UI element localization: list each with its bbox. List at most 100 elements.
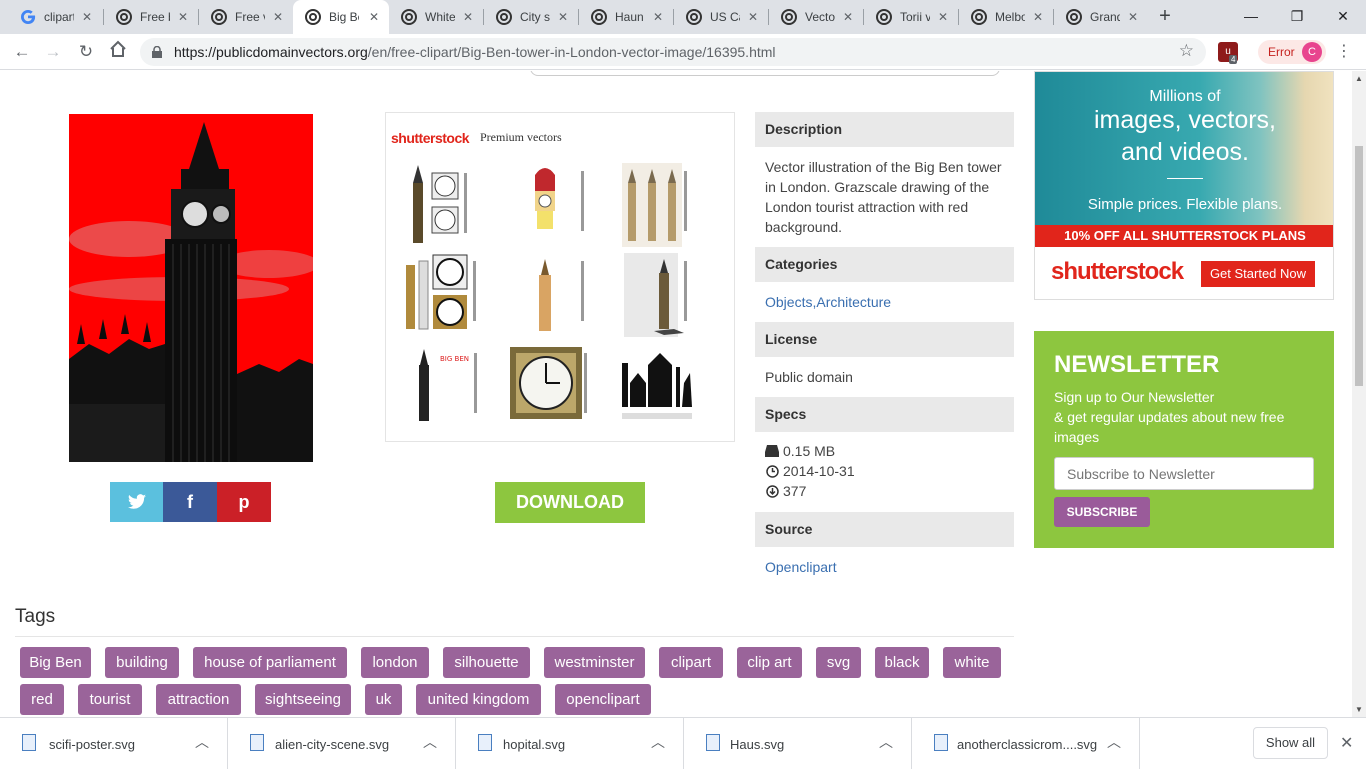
reload-button[interactable]: ↻ (74, 40, 98, 64)
menu-kebab-icon[interactable]: ⋮ (1336, 42, 1352, 62)
download-item-2[interactable]: hopital.svg ︿ (456, 718, 684, 769)
tag-uk[interactable]: uk (365, 684, 402, 715)
ad-shutterstock-logo: shutterstock (1051, 258, 1184, 285)
stock-thumb-2[interactable] (519, 163, 603, 247)
close-icon[interactable]: ✕ (841, 10, 855, 24)
close-icon[interactable]: ✕ (1340, 733, 1353, 753)
shutterstock-ad[interactable]: Millions of images, vectors, and videos.… (1034, 71, 1334, 300)
tab-title: Free v (235, 10, 265, 24)
chevron-up-icon[interactable]: ︿ (879, 732, 893, 752)
chevron-up-icon[interactable]: ︿ (423, 732, 437, 752)
show-all-downloads-button[interactable]: Show all (1253, 727, 1328, 759)
tag-tourist[interactable]: tourist (78, 684, 142, 715)
subscribe-button[interactable]: SUBSCRIBE (1054, 497, 1150, 527)
close-icon[interactable]: ✕ (1031, 10, 1045, 24)
stock-thumb-1[interactable] (408, 163, 492, 247)
address-bar[interactable]: https://publicdomainvectors.org/en/free-… (140, 38, 1206, 66)
tab-1[interactable]: Free b ✕ (104, 0, 198, 34)
chevron-up-icon[interactable]: ︿ (651, 732, 665, 752)
download-item-4[interactable]: anotherclassicrom....svg ︿ (912, 718, 1140, 769)
close-icon[interactable]: ✕ (651, 10, 665, 24)
source-link[interactable]: Openclipart (765, 557, 1010, 577)
tag-house-of-parliament[interactable]: house of parliament (193, 647, 347, 678)
home-button[interactable] (106, 40, 130, 64)
tag-sightseeing[interactable]: sightseeing (255, 684, 351, 715)
tag-red[interactable]: red (20, 684, 64, 715)
close-icon[interactable]: ✕ (556, 10, 570, 24)
newsletter-email-input[interactable] (1054, 457, 1314, 490)
page-scrollbar[interactable]: ▲ ▼ (1352, 71, 1366, 717)
stock-thumb-9[interactable] (618, 343, 702, 427)
facebook-share-button[interactable]: f (163, 482, 217, 522)
big-ben-preview-image[interactable] (69, 114, 313, 462)
scrollbar-thumb[interactable] (1355, 146, 1363, 386)
tag-clip-art[interactable]: clip art (737, 647, 802, 678)
scroll-up-icon[interactable]: ▲ (1355, 74, 1363, 83)
tag-black[interactable]: black (875, 647, 929, 678)
error-label: Error (1268, 45, 1295, 59)
tab-9[interactable]: Torii v ✕ (864, 0, 958, 34)
download-button[interactable]: DOWNLOAD (495, 482, 645, 523)
tab-11[interactable]: Grand ✕ (1054, 0, 1148, 34)
stock-thumb-3[interactable] (618, 163, 702, 247)
profile-error-button[interactable]: Error C (1258, 40, 1326, 64)
spec-downloads-row: 377 (765, 483, 806, 499)
search-box-edge[interactable] (530, 71, 1000, 76)
forward-button[interactable]: → (41, 40, 65, 64)
tab-4[interactable]: White ✕ (389, 0, 483, 34)
tag-london[interactable]: london (361, 647, 429, 678)
download-item-0[interactable]: scifi-poster.svg ︿ (0, 718, 228, 769)
download-item-3[interactable]: Haus.svg ︿ (684, 718, 912, 769)
tag-clipart[interactable]: clipart (659, 647, 723, 678)
close-icon[interactable]: ✕ (1126, 10, 1140, 24)
tag-attraction[interactable]: attraction (156, 684, 241, 715)
ad-get-started-button[interactable]: Get Started Now (1201, 261, 1315, 287)
tab-7[interactable]: US Ca ✕ (674, 0, 768, 34)
tag-united-kingdom[interactable]: united kingdom (416, 684, 541, 715)
tag-silhouette[interactable]: silhouette (443, 647, 530, 678)
pinterest-share-button[interactable]: p (217, 482, 271, 522)
tag-building[interactable]: building (105, 647, 179, 678)
category-link-architecture[interactable]: Architecture (816, 294, 891, 310)
stock-thumb-6[interactable] (624, 253, 708, 337)
scroll-down-icon[interactable]: ▼ (1355, 705, 1363, 714)
stock-thumb-4[interactable] (403, 253, 487, 337)
close-icon[interactable]: ✕ (746, 10, 760, 24)
tab-8[interactable]: Vecto ✕ (769, 0, 863, 34)
tag-svg[interactable]: svg (816, 647, 861, 678)
close-icon[interactable]: ✕ (176, 10, 190, 24)
chevron-up-icon[interactable]: ︿ (1107, 732, 1121, 752)
bookmark-star-icon[interactable]: ☆ (1179, 41, 1194, 61)
tag-westminster[interactable]: westminster (544, 647, 645, 678)
maximize-button[interactable]: ❐ (1274, 0, 1320, 32)
tab-10[interactable]: Melbo ✕ (959, 0, 1053, 34)
tab-title: White (425, 10, 455, 24)
close-icon[interactable]: ✕ (367, 10, 381, 24)
minimize-button[interactable]: — (1228, 0, 1274, 32)
tab-3-active[interactable]: Big Be ✕ (293, 0, 389, 34)
close-icon[interactable]: ✕ (271, 10, 285, 24)
pdv-icon (305, 9, 321, 25)
tag-big-ben[interactable]: Big Ben (20, 647, 91, 678)
close-icon[interactable]: ✕ (461, 10, 475, 24)
download-item-1[interactable]: alien-city-scene.svg ︿ (228, 718, 456, 769)
tab-2[interactable]: Free v ✕ (199, 0, 293, 34)
chevron-up-icon[interactable]: ︿ (195, 732, 209, 752)
home-icon (110, 40, 126, 57)
back-button[interactable]: ← (10, 40, 34, 64)
window-close-button[interactable]: ✕ (1320, 0, 1366, 32)
new-tab-button[interactable]: + (1153, 4, 1177, 28)
tag-openclipart[interactable]: openclipart (555, 684, 651, 715)
stock-thumb-7[interactable]: BIG BEN (410, 343, 494, 427)
shutterstock-premium-box[interactable]: shutterstock Premium vectors BIG BEN (385, 112, 735, 442)
close-icon[interactable]: ✕ (80, 10, 94, 24)
tag-white[interactable]: white (943, 647, 1001, 678)
tab-6[interactable]: Haun ✕ (579, 0, 673, 34)
close-icon[interactable]: ✕ (936, 10, 950, 24)
tab-0[interactable]: clipart ✕ (8, 0, 102, 34)
category-link-objects[interactable]: Objects (765, 294, 812, 310)
stock-thumb-5[interactable] (519, 253, 603, 337)
stock-thumb-8[interactable] (508, 345, 592, 429)
twitter-share-button[interactable] (110, 482, 163, 522)
tab-5[interactable]: City sk ✕ (484, 0, 578, 34)
